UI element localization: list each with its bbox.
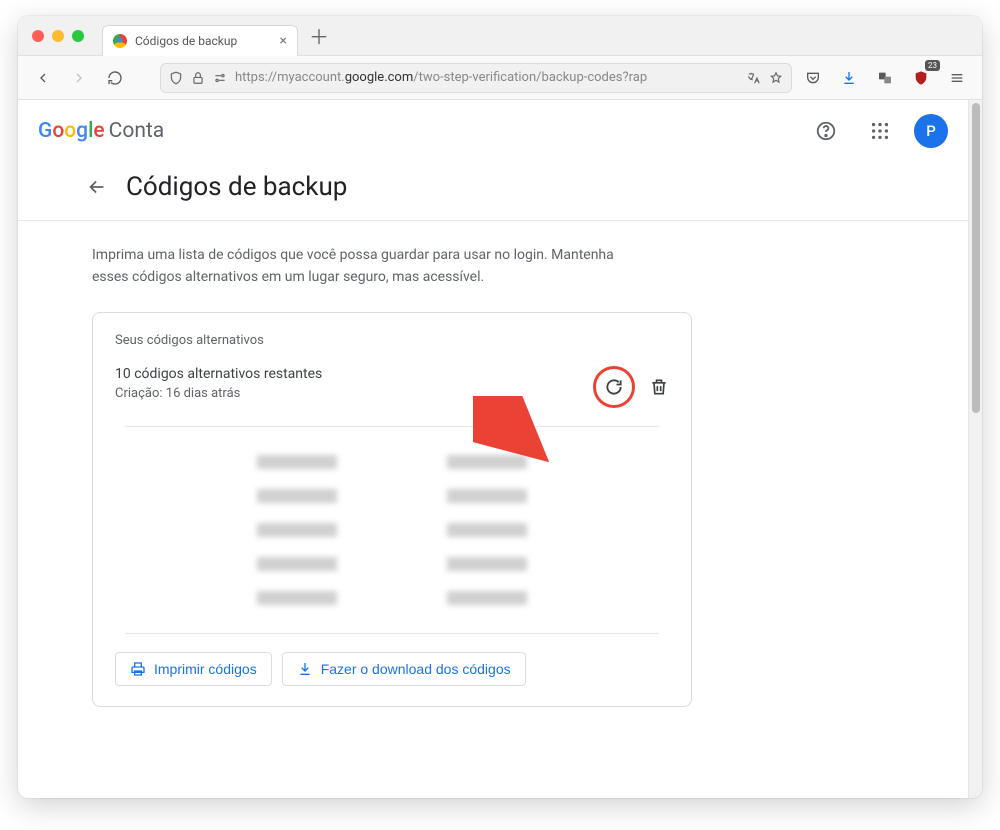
minimize-window-button[interactable] [52,30,64,42]
codes-created: Criação: 16 dias atrás [115,386,593,401]
bookmark-icon[interactable] [769,71,783,85]
code-cell [257,455,337,469]
pocket-icon[interactable] [798,63,828,93]
url-bar[interactable]: https://myaccount.google.com/two-step-ve… [160,63,792,93]
page-back-button[interactable] [86,176,108,198]
download-codes-button[interactable]: Fazer o download dos códigos [282,652,526,686]
print-codes-button[interactable]: Imprimir códigos [115,652,272,686]
refresh-codes-button[interactable] [593,366,635,408]
page-title: Códigos de backup [126,172,347,202]
codes-remaining: 10 códigos alternativos restantes [115,366,593,382]
ublock-badge: 23 [925,60,940,71]
translate-icon[interactable] [747,71,761,85]
translate-ext-icon[interactable] [870,63,900,93]
code-cell [257,591,337,605]
browser-toolbar: https://myaccount.google.com/two-step-ve… [18,56,982,100]
nav-forward-button[interactable] [64,63,94,93]
delete-codes-button[interactable] [649,377,669,397]
code-cell [447,489,527,503]
new-tab-button[interactable]: ＋ [306,23,332,49]
print-button-label: Imprimir códigos [154,661,257,677]
code-cell [257,489,337,503]
tab-close-button[interactable]: × [280,33,287,49]
code-cell [257,523,337,537]
print-icon [130,661,146,677]
maximize-window-button[interactable] [72,30,84,42]
scrollbar[interactable] [968,100,982,798]
google-logo[interactable]: Google Conta [38,119,164,143]
downloads-icon[interactable] [834,63,864,93]
url-text: https://myaccount.google.com/two-step-ve… [235,70,739,85]
download-button-label: Fazer o download dos códigos [321,661,511,677]
tab-favicon [113,34,127,48]
browser-tab[interactable]: Códigos de backup × [102,25,298,56]
titlebar: Códigos de backup × ＋ [18,16,982,56]
help-icon[interactable] [806,111,846,151]
nav-back-button[interactable] [28,63,58,93]
code-cell [447,455,527,469]
permissions-icon [213,71,227,85]
ublock-icon[interactable]: 23 [906,63,936,93]
code-cell [257,557,337,571]
scrollbar-thumb[interactable] [972,103,980,413]
menu-icon[interactable] [942,63,972,93]
reload-button[interactable] [100,63,130,93]
code-cell [447,591,527,605]
codes-grid [125,426,659,634]
backup-codes-card: Seus códigos alternativos 10 códigos alt… [92,312,692,707]
page-title-row: Códigos de backup [18,162,968,221]
window-controls [32,30,84,42]
code-cell [447,523,527,537]
download-icon [297,661,313,677]
apps-grid-icon[interactable] [860,111,900,151]
tab-title: Códigos de backup [135,34,237,48]
close-window-button[interactable] [32,30,44,42]
shield-icon [169,71,183,85]
app-header: Google Conta P [18,100,968,162]
lock-icon [191,71,205,85]
product-name: Conta [109,119,165,143]
code-cell [447,557,527,571]
avatar[interactable]: P [914,114,948,148]
card-label: Seus códigos alternativos [115,333,669,348]
page-description: Imprima uma lista de códigos que você po… [18,221,668,304]
